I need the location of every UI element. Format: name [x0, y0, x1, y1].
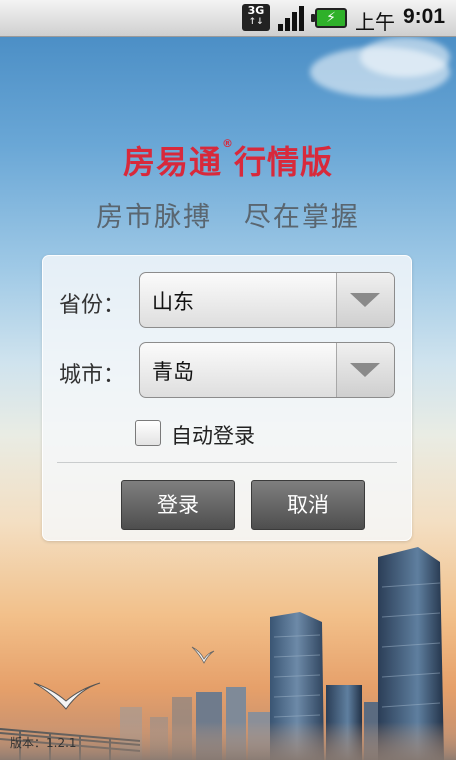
version-label: 版本：1.2.1	[10, 736, 77, 750]
network-type-label: 3G	[247, 4, 265, 17]
city-label: 城市：	[59, 363, 126, 388]
battery-charging-icon: ⚡	[311, 8, 347, 28]
province-label: 省份：	[59, 293, 126, 318]
login-panel: 省份： 山东 城市： 青岛 自动登录 登录 取消	[42, 255, 412, 541]
auto-login-label[interactable]: 自动登录	[171, 420, 255, 450]
province-value: 山东	[152, 290, 194, 314]
city-skyline-image	[0, 547, 456, 760]
province-dropdown-button[interactable]	[336, 273, 394, 327]
city-select[interactable]: 青岛	[139, 342, 395, 398]
network-3g-icon: 3G ↑↓	[242, 4, 270, 31]
dropdown-arrow-icon	[350, 293, 380, 307]
app-brand-title: 房易通®行情版	[0, 137, 456, 183]
province-select[interactable]: 山东	[139, 272, 395, 328]
login-screen: 房易通®行情版 房市脉搏 尽在掌握 省份： 山东 城市： 青岛 自动登录 登录 …	[0, 37, 456, 760]
registered-mark: ®	[222, 137, 234, 150]
status-bar: 3G ↑↓ ⚡ 上午 9:01	[0, 0, 456, 37]
time-ampm: 上午	[355, 10, 395, 34]
clock-time: 9:01	[403, 5, 446, 28]
brand-name: 房易通	[122, 143, 222, 181]
city-dropdown-button[interactable]	[336, 343, 394, 397]
dropdown-arrow-icon	[350, 363, 380, 377]
divider	[57, 462, 397, 463]
city-value: 青岛	[152, 360, 194, 384]
app-slogan: 房市脉搏 尽在掌握	[96, 202, 360, 233]
auto-login-checkbox[interactable]	[135, 420, 161, 446]
cloud	[360, 37, 450, 77]
brand-edition: 行情版	[234, 143, 334, 181]
signal-strength-icon	[278, 6, 304, 31]
